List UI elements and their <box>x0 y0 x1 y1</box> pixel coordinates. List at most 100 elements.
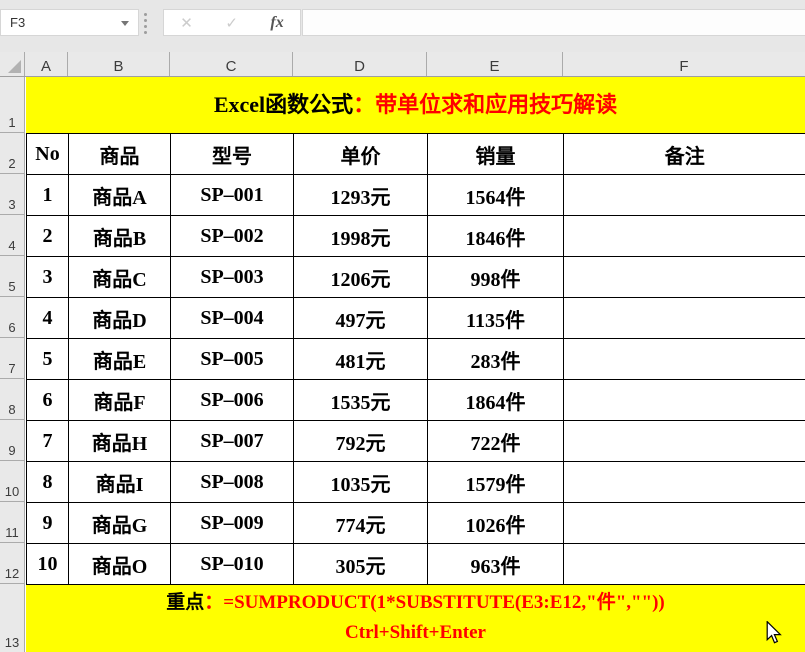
row-header-8[interactable]: 8 <box>0 379 25 420</box>
header-cell-product[interactable]: 商品 <box>68 133 171 175</box>
row-header-13[interactable]: 13 <box>0 584 25 652</box>
table-row: 5 商品E SP–005 481元 283件 <box>26 338 805 380</box>
cell[interactable]: 283件 <box>427 338 564 380</box>
cell[interactable]: SP–002 <box>170 215 294 257</box>
cell[interactable]: 2 <box>26 215 69 257</box>
cell[interactable]: 5 <box>26 338 69 380</box>
column-header-b[interactable]: B <box>68 52 170 76</box>
cell[interactable]: 722件 <box>427 420 564 462</box>
formula-bar-drag-handle[interactable] <box>144 13 147 34</box>
table-row: 3 商品C SP–003 1206元 998件 <box>26 256 805 298</box>
enter-icon[interactable]: ✓ <box>225 14 238 32</box>
cell[interactable]: 1135件 <box>427 297 564 339</box>
insert-function-icon[interactable]: fx <box>270 14 283 32</box>
cell[interactable]: 7 <box>26 420 69 462</box>
header-cell-model[interactable]: 型号 <box>170 133 294 175</box>
cell[interactable]: 1998元 <box>293 215 428 257</box>
row-header-9[interactable]: 9 <box>0 420 25 461</box>
cell[interactable] <box>563 338 805 380</box>
cell[interactable]: 6 <box>26 379 69 421</box>
formula-bar-input[interactable] <box>302 9 805 36</box>
cell[interactable]: SP–007 <box>170 420 294 462</box>
cell[interactable]: 10 <box>26 543 69 585</box>
cell[interactable]: 商品G <box>68 502 171 544</box>
cell[interactable]: 1035元 <box>293 461 428 503</box>
title-black-text: Excel函数公式 <box>213 92 354 117</box>
row-header-10[interactable]: 10 <box>0 461 25 502</box>
row-header-5[interactable]: 5 <box>0 256 25 297</box>
cell[interactable]: SP–004 <box>170 297 294 339</box>
name-box-dropdown-icon[interactable] <box>121 21 129 26</box>
cell[interactable]: 774元 <box>293 502 428 544</box>
cell[interactable]: 9 <box>26 502 69 544</box>
row-header-11[interactable]: 11 <box>0 502 25 543</box>
cell[interactable]: 792元 <box>293 420 428 462</box>
row-header-2[interactable]: 2 <box>0 133 25 174</box>
select-all-button[interactable] <box>0 52 25 76</box>
cell[interactable] <box>563 502 805 544</box>
cell[interactable]: 4 <box>26 297 69 339</box>
cell[interactable] <box>563 379 805 421</box>
column-header-f[interactable]: F <box>563 52 805 76</box>
header-cell-remark[interactable]: 备注 <box>563 133 805 175</box>
cell[interactable]: 1535元 <box>293 379 428 421</box>
cell[interactable]: 1293元 <box>293 174 428 216</box>
cell[interactable]: SP–005 <box>170 338 294 380</box>
column-header-e[interactable]: E <box>427 52 563 76</box>
cell[interactable] <box>563 215 805 257</box>
select-all-triangle-icon <box>8 60 21 73</box>
cell[interactable]: 商品A <box>68 174 171 216</box>
cell[interactable]: 305元 <box>293 543 428 585</box>
cell[interactable]: SP–009 <box>170 502 294 544</box>
cell[interactable]: 1579件 <box>427 461 564 503</box>
cell[interactable]: 1864件 <box>427 379 564 421</box>
cell[interactable] <box>563 420 805 462</box>
header-cell-sales[interactable]: 销量 <box>427 133 564 175</box>
cell[interactable]: SP–001 <box>170 174 294 216</box>
row-header-7[interactable]: 7 <box>0 338 25 379</box>
column-header-a[interactable]: A <box>25 52 68 76</box>
cell[interactable]: 8 <box>26 461 69 503</box>
cell[interactable]: 商品I <box>68 461 171 503</box>
name-box[interactable]: F3 <box>0 9 139 36</box>
cell[interactable] <box>563 297 805 339</box>
cell[interactable]: 商品D <box>68 297 171 339</box>
cell[interactable]: 商品F <box>68 379 171 421</box>
cell[interactable]: 963件 <box>427 543 564 585</box>
cell[interactable]: 1 <box>26 174 69 216</box>
header-cell-price[interactable]: 单价 <box>293 133 428 175</box>
cell[interactable]: 商品H <box>68 420 171 462</box>
row-header-4[interactable]: 4 <box>0 215 25 256</box>
cell[interactable]: SP–010 <box>170 543 294 585</box>
header-cell-no[interactable]: No <box>26 133 69 175</box>
name-box-value: F3 <box>10 15 26 30</box>
cell[interactable] <box>563 543 805 585</box>
cell[interactable] <box>563 461 805 503</box>
cell[interactable]: SP–006 <box>170 379 294 421</box>
cell[interactable] <box>563 256 805 298</box>
row-header-12[interactable]: 12 <box>0 543 25 584</box>
cell[interactable]: 497元 <box>293 297 428 339</box>
cell[interactable]: SP–003 <box>170 256 294 298</box>
row-header-3[interactable]: 3 <box>0 174 25 215</box>
row-header-1[interactable]: 1 <box>0 77 25 133</box>
cell[interactable]: 1564件 <box>427 174 564 216</box>
cell[interactable]: 998件 <box>427 256 564 298</box>
title-cell[interactable]: Excel函数公式：带单位求和应用技巧解读 <box>26 77 805 133</box>
cell[interactable]: 1846件 <box>427 215 564 257</box>
cell[interactable]: 481元 <box>293 338 428 380</box>
cancel-icon[interactable]: ✕ <box>180 14 193 32</box>
cell[interactable]: 1206元 <box>293 256 428 298</box>
cell[interactable]: 商品E <box>68 338 171 380</box>
cell[interactable]: 商品O <box>68 543 171 585</box>
cell[interactable]: SP–008 <box>170 461 294 503</box>
footer-cell[interactable]: 重点：=SUMPRODUCT(1*SUBSTITUTE(E3:E12,"件","… <box>26 585 805 652</box>
cell[interactable] <box>563 174 805 216</box>
cell[interactable]: 商品C <box>68 256 171 298</box>
column-header-c[interactable]: C <box>170 52 293 76</box>
column-header-d[interactable]: D <box>293 52 427 76</box>
cell[interactable]: 3 <box>26 256 69 298</box>
cell[interactable]: 商品B <box>68 215 171 257</box>
cell[interactable]: 1026件 <box>427 502 564 544</box>
row-header-6[interactable]: 6 <box>0 297 25 338</box>
